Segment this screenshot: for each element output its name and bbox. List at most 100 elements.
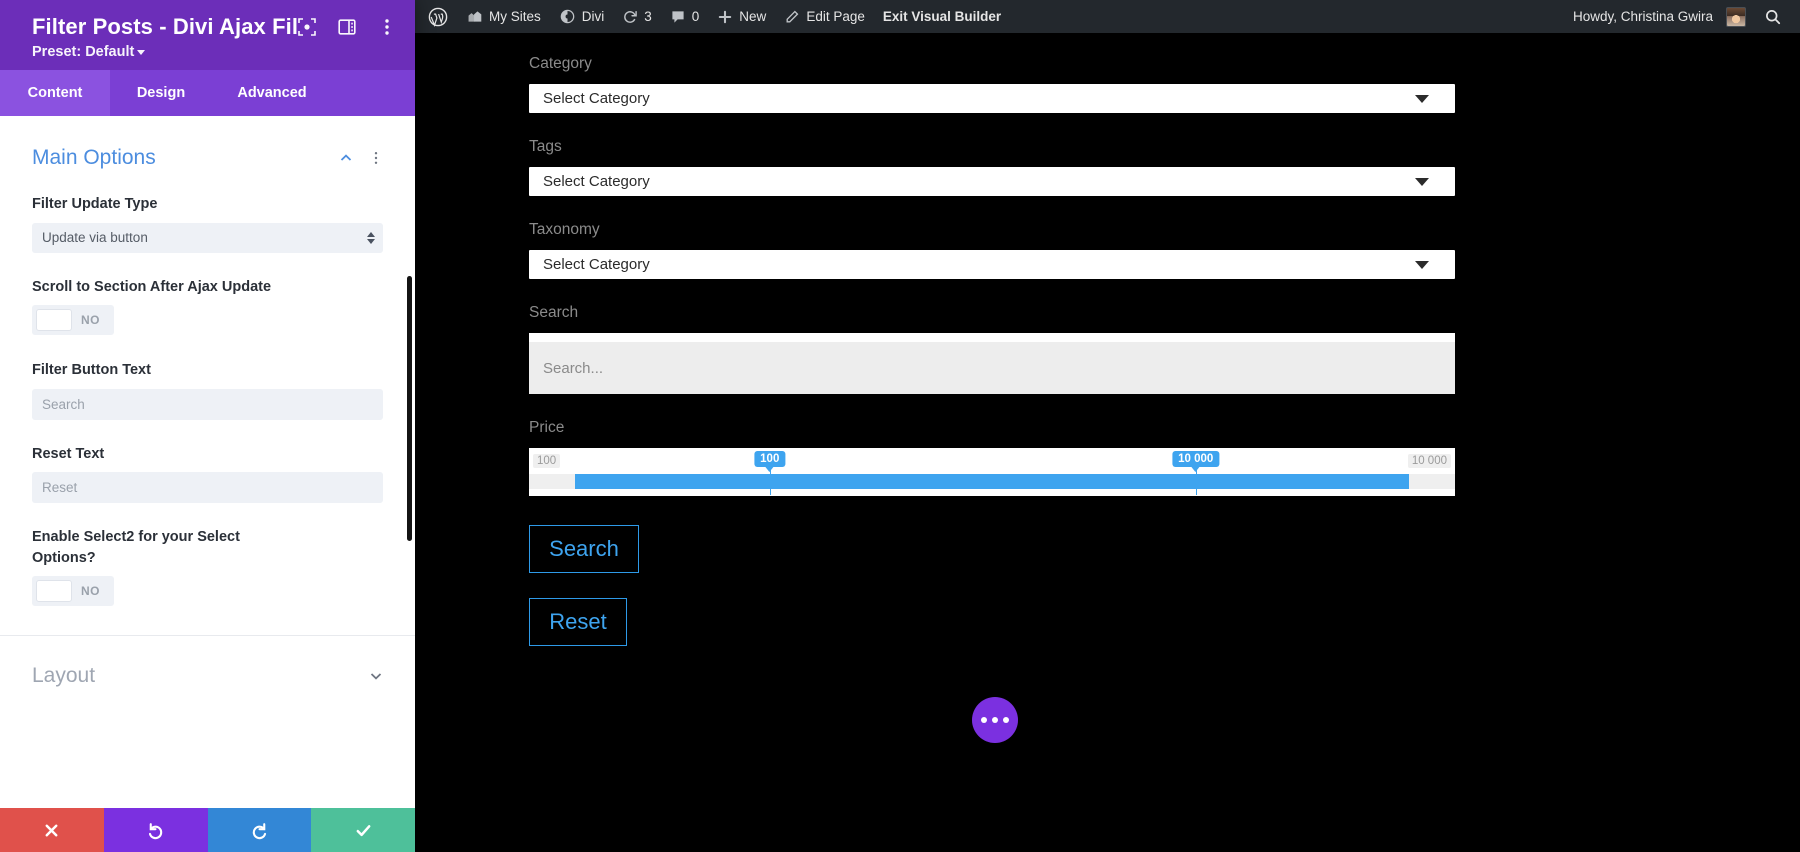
- admin-bar-search[interactable]: [1755, 0, 1800, 33]
- divi-module-settings-panel: Filter Posts - Divi Ajax Filter...: [0, 0, 415, 852]
- chevron-down-icon: [1415, 94, 1429, 103]
- panel-layout-icon[interactable]: [337, 17, 357, 37]
- admin-bar-exit-visual-builder[interactable]: Exit Visual Builder: [874, 0, 1010, 33]
- chevron-down-icon: [1415, 177, 1429, 186]
- preset-selector[interactable]: Preset: Default: [32, 44, 399, 60]
- label-category: Category: [529, 55, 592, 72]
- sites-icon: [468, 11, 482, 22]
- admin-bar-exit-label: Exit Visual Builder: [882, 9, 1002, 24]
- section-title-layout: Layout: [32, 664, 96, 688]
- pencil-icon: [786, 10, 799, 22]
- admin-bar-new[interactable]: New: [708, 0, 775, 33]
- page-field-tags: Tags Select Category: [529, 138, 1800, 196]
- search-icon: [1766, 9, 1781, 24]
- section-layout[interactable]: Layout: [32, 636, 383, 712]
- panel-header: Filter Posts - Divi Ajax Filter...: [0, 0, 415, 70]
- price-lower-handle-tooltip: 100: [754, 451, 786, 472]
- toggle-scroll-to-section[interactable]: NO: [32, 305, 114, 336]
- ellipsis-icon: [981, 717, 987, 723]
- cancel-button[interactable]: [0, 808, 104, 852]
- admin-bar-account[interactable]: Howdy, Christina Gwira: [1564, 0, 1755, 33]
- chevron-down-icon: [137, 49, 146, 55]
- search-field-wrapper: Search...: [529, 333, 1455, 394]
- price-range-slider[interactable]: 100 10 000 100 10 000: [529, 448, 1455, 496]
- plus-icon: [719, 10, 732, 23]
- save-button[interactable]: [311, 808, 415, 852]
- select-filter-update-type-value: Update via button: [42, 230, 148, 246]
- divi-page-settings-button[interactable]: [972, 697, 1018, 743]
- toggle-knob: [36, 580, 72, 603]
- search-button[interactable]: Search: [529, 525, 639, 573]
- price-upper-handle[interactable]: [1195, 469, 1197, 495]
- close-x-icon: [45, 824, 58, 836]
- search-input[interactable]: Search...: [529, 342, 1455, 394]
- toggle-scroll-to-section-state: NO: [81, 313, 100, 328]
- focus-module-icon[interactable]: [297, 17, 317, 37]
- admin-bar-edit-page-label: Edit Page: [806, 9, 865, 24]
- select-tags[interactable]: Select Category: [529, 167, 1455, 196]
- input-reset-text[interactable]: Reset: [32, 472, 383, 504]
- label-tags: Tags: [529, 138, 562, 155]
- select-stepper-icon: [367, 231, 375, 244]
- select-taxonomy[interactable]: Select Category: [529, 250, 1455, 279]
- admin-bar-wp-logo[interactable]: [415, 0, 457, 33]
- avatar: [1726, 6, 1746, 27]
- search-input-placeholder: Search...: [543, 359, 604, 377]
- toggle-knob: [36, 309, 72, 332]
- admin-bar-edit-page[interactable]: Edit Page: [775, 0, 874, 33]
- admin-bar-divi[interactable]: Divi: [550, 0, 614, 33]
- tab-content[interactable]: Content: [0, 70, 110, 116]
- price-upper-handle-tooltip: 10 000: [1172, 451, 1220, 472]
- field-reset-text: Reset Text Reset: [32, 444, 383, 504]
- label-search: Search: [529, 304, 579, 321]
- visual-builder-canvas: Category Select Category Tags Select Cat…: [415, 33, 1800, 852]
- input-filter-button-text[interactable]: Search: [32, 388, 383, 420]
- select-category-value: Select Category: [543, 90, 650, 107]
- chevron-down-icon[interactable]: [369, 669, 383, 683]
- tab-design[interactable]: Design: [110, 70, 212, 116]
- undo-button[interactable]: [103, 808, 208, 852]
- section-options-ellipsis-icon[interactable]: [369, 151, 383, 165]
- redo-button[interactable]: [207, 808, 312, 852]
- select-category[interactable]: Select Category: [529, 84, 1455, 113]
- input-filter-button-text-placeholder: Search: [42, 396, 85, 412]
- price-max-edge-label: 10 000: [1407, 454, 1451, 468]
- label-filter-button-text: Filter Button Text: [32, 362, 151, 379]
- chevron-up-icon[interactable]: [339, 151, 353, 165]
- page-field-taxonomy: Taxonomy Select Category: [529, 221, 1800, 279]
- label-filter-update-type: Filter Update Type: [32, 196, 158, 212]
- admin-bar-divi-label: Divi: [581, 9, 605, 24]
- panel-scrollbar[interactable]: [407, 276, 412, 541]
- admin-bar-my-sites[interactable]: My Sites: [457, 0, 550, 33]
- price-slider-fill: [575, 474, 1409, 489]
- label-taxonomy: Taxonomy: [529, 221, 600, 238]
- admin-bar-updates[interactable]: 3: [613, 0, 661, 33]
- admin-bar-updates-count: 3: [644, 9, 652, 24]
- updates-icon: [624, 10, 638, 23]
- preset-label: Preset: Default: [32, 44, 135, 60]
- select-filter-update-type[interactable]: Update via button: [32, 222, 383, 253]
- visual-builder-screen: Filter Posts - Divi Ajax Filter...: [0, 0, 1800, 852]
- divi-icon: [560, 9, 575, 24]
- undo-icon: [149, 822, 163, 839]
- select-tags-value: Select Category: [543, 173, 650, 190]
- field-filter-update-type: Filter Update Type Update via button: [32, 194, 383, 253]
- panel-footer-actions: [0, 808, 415, 852]
- tab-advanced[interactable]: Advanced: [212, 70, 332, 116]
- price-slider-labels: 100 10 000 100 10 000: [529, 448, 1455, 474]
- field-scroll-to-section: Scroll to Section After Ajax Update NO: [32, 277, 383, 337]
- admin-bar-comments[interactable]: 0: [661, 0, 709, 33]
- page-field-price: Price 100 10 000 100 10 000: [529, 419, 1800, 496]
- toggle-enable-select2[interactable]: NO: [32, 576, 114, 607]
- reset-button[interactable]: Reset: [529, 598, 627, 646]
- field-filter-button-text: Filter Button Text Search: [32, 360, 383, 420]
- price-lower-handle[interactable]: [769, 469, 771, 495]
- section-main-options[interactable]: Main Options: [32, 116, 383, 170]
- input-reset-text-placeholder: Reset: [42, 480, 78, 496]
- ellipsis-icon: [1003, 717, 1009, 723]
- wordpress-admin-bar: My Sites Divi 3 0 New Edit Page Exit Vis…: [415, 0, 1800, 33]
- vertical-ellipsis-icon[interactable]: [377, 17, 397, 37]
- page-field-search: Search Search...: [529, 304, 1800, 394]
- page-field-category: Category Select Category: [529, 55, 1800, 113]
- comment-bubble-icon: [672, 10, 684, 23]
